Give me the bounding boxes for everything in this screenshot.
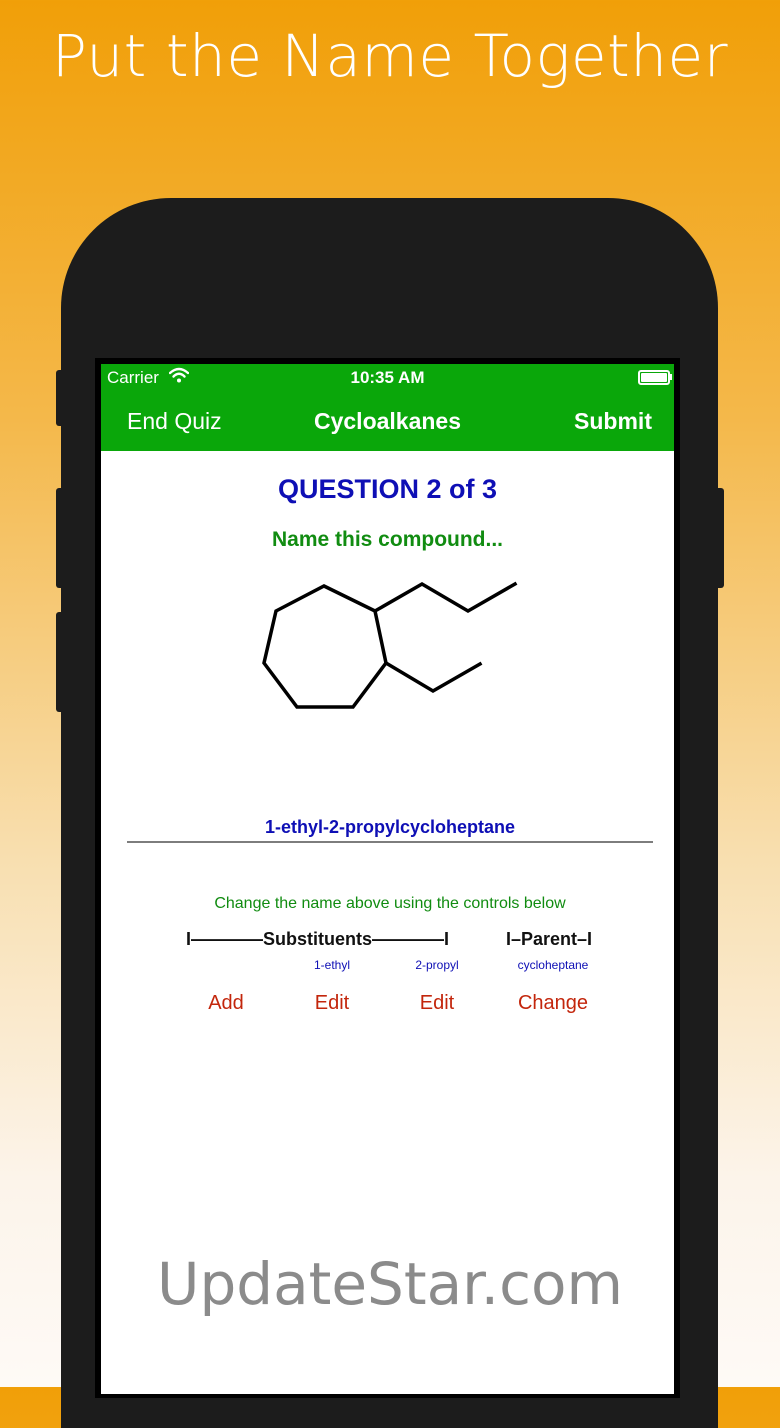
change-parent-button[interactable]: Change [503, 992, 603, 1015]
app-screen: Carrier 10:35 AM End Quiz Cycloalkanes S… [101, 364, 674, 1394]
submit-button[interactable]: Submit [574, 408, 652, 435]
cycloheptane-ring [262, 584, 388, 709]
substituent-token-propyl: 2-propyl [415, 958, 459, 972]
promo-headline: Put the Name Together [51, 22, 729, 90]
ethyl-chain [383, 660, 483, 694]
question-title: QUESTION 2 of 3 [277, 474, 498, 504]
substituent-token-ethyl: 1-ethyl [313, 958, 351, 972]
watermark-text: UpdateStar.com [157, 1250, 623, 1318]
edit-propyl-button[interactable]: Edit [407, 992, 467, 1015]
add-substituent-button[interactable]: Add [196, 992, 256, 1015]
battery-tip [670, 374, 672, 380]
instructions-text: Change the name above using the controls… [214, 895, 566, 912]
answer-underline [127, 841, 653, 843]
battery-icon [638, 370, 670, 385]
edit-ethyl-button[interactable]: Edit [302, 992, 362, 1015]
parent-token: cycloheptane [517, 958, 589, 972]
status-bar: Carrier 10:35 AM [101, 364, 674, 390]
answer-name: 1-ethyl-2-propylcycloheptane [264, 817, 516, 837]
parent-header: I–Parent–I [506, 929, 593, 949]
compound-structure-diagram [262, 581, 518, 709]
propyl-chain [372, 581, 518, 614]
status-time: 10:35 AM [350, 368, 425, 387]
substituents-header: I————Substituents————I [186, 929, 450, 949]
question-prompt: Name this compound... [271, 528, 504, 551]
navigation-bar: Carrier 10:35 AM End Quiz Cycloalkanes S… [101, 364, 674, 451]
